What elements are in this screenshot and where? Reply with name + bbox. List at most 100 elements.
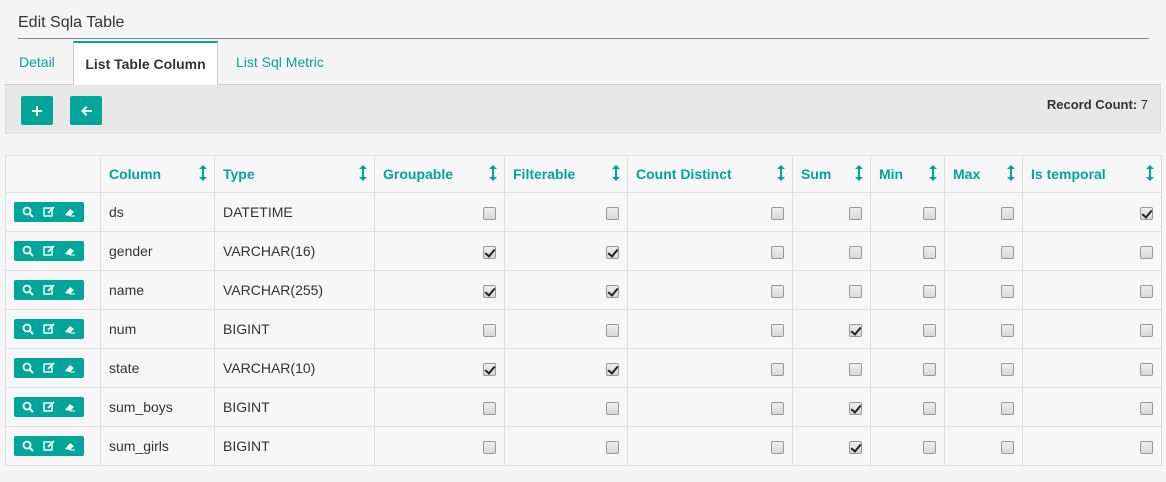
max-checkbox[interactable] — [1001, 401, 1014, 415]
eraser-icon[interactable] — [64, 323, 76, 335]
count-distinct-checkbox[interactable] — [771, 401, 784, 415]
sum-checkbox[interactable] — [849, 440, 862, 454]
column-header[interactable]: Min — [870, 155, 945, 193]
search-icon[interactable] — [22, 284, 35, 296]
sort-icon[interactable] — [1146, 165, 1154, 181]
min-checkbox[interactable] — [923, 323, 936, 337]
count-distinct-checkbox[interactable] — [771, 245, 784, 259]
groupable-checkbox[interactable] — [483, 323, 496, 337]
min-cell — [870, 426, 945, 466]
sort-icon[interactable] — [199, 165, 207, 181]
filterable-checkbox[interactable] — [606, 401, 619, 415]
sort-icon[interactable] — [855, 165, 863, 181]
count-distinct-checkbox[interactable] — [771, 362, 784, 376]
tab-detail[interactable]: Detail — [19, 41, 55, 85]
groupable-checkbox[interactable] — [483, 401, 496, 415]
is-temporal-checkbox[interactable] — [1140, 206, 1153, 220]
filterable-checkbox[interactable] — [606, 440, 619, 454]
sort-icon[interactable] — [612, 165, 620, 181]
is-temporal-checkbox[interactable] — [1140, 245, 1153, 259]
search-icon[interactable] — [22, 245, 35, 257]
sum-checkbox[interactable] — [849, 245, 862, 259]
sort-icon[interactable] — [1007, 165, 1015, 181]
count-distinct-checkbox[interactable] — [771, 284, 784, 298]
column-header[interactable]: Sum — [792, 155, 871, 193]
is-temporal-checkbox[interactable] — [1140, 362, 1153, 376]
max-checkbox[interactable] — [1001, 323, 1014, 337]
edit-icon[interactable] — [43, 401, 55, 413]
groupable-checkbox[interactable] — [483, 440, 496, 454]
count-distinct-checkbox[interactable] — [771, 440, 784, 454]
edit-icon[interactable] — [43, 323, 55, 335]
column-header[interactable]: Filterable — [504, 155, 628, 193]
edit-icon[interactable] — [43, 284, 55, 296]
sum-cell — [792, 192, 871, 232]
is-temporal-checkbox[interactable] — [1140, 284, 1153, 298]
tab-list-table-column[interactable]: List Table Column — [73, 41, 218, 86]
column-header[interactable]: Is temporal — [1022, 155, 1162, 193]
column-header[interactable]: Max — [944, 155, 1023, 193]
is-temporal-checkbox[interactable] — [1140, 323, 1153, 337]
count-distinct-checkbox[interactable] — [771, 323, 784, 337]
sum-checkbox[interactable] — [849, 323, 862, 337]
sum-checkbox[interactable] — [849, 206, 862, 220]
min-checkbox[interactable] — [923, 245, 936, 259]
sum-checkbox[interactable] — [849, 284, 862, 298]
add-button[interactable] — [21, 96, 53, 125]
filterable-checkbox[interactable] — [606, 206, 619, 220]
sort-icon[interactable] — [929, 165, 937, 181]
eraser-icon[interactable] — [64, 401, 76, 413]
count-distinct-checkbox[interactable] — [771, 206, 784, 220]
groupable-checkbox[interactable] — [483, 206, 496, 220]
max-cell — [944, 387, 1023, 427]
is-temporal-cell — [1022, 231, 1162, 271]
filterable-checkbox[interactable] — [606, 362, 619, 376]
eraser-icon[interactable] — [64, 206, 76, 218]
sort-icon[interactable] — [777, 165, 785, 181]
edit-icon[interactable] — [43, 440, 55, 452]
min-checkbox[interactable] — [923, 362, 936, 376]
back-button[interactable] — [70, 96, 102, 125]
search-icon[interactable] — [22, 206, 35, 218]
min-checkbox[interactable] — [923, 440, 936, 454]
edit-icon[interactable] — [43, 206, 55, 218]
max-checkbox[interactable] — [1001, 284, 1014, 298]
column-header[interactable]: Type — [214, 155, 375, 193]
min-checkbox[interactable] — [923, 284, 936, 298]
tab-list-sql-metric[interactable]: List Sql Metric — [236, 41, 324, 85]
sort-icon[interactable] — [359, 165, 367, 181]
search-icon[interactable] — [22, 323, 35, 335]
filterable-checkbox[interactable] — [606, 284, 619, 298]
eraser-icon[interactable] — [64, 284, 76, 296]
min-checkbox[interactable] — [923, 206, 936, 220]
is-temporal-checkbox[interactable] — [1140, 440, 1153, 454]
groupable-checkbox[interactable] — [483, 284, 496, 298]
row-action-group — [14, 319, 84, 339]
max-checkbox[interactable] — [1001, 362, 1014, 376]
edit-icon[interactable] — [43, 362, 55, 374]
groupable-checkbox[interactable] — [483, 245, 496, 259]
groupable-checkbox[interactable] — [483, 362, 496, 376]
eraser-icon[interactable] — [64, 362, 76, 374]
edit-icon[interactable] — [43, 245, 55, 257]
column-header[interactable]: Groupable — [374, 155, 505, 193]
groupable-cell — [374, 309, 505, 349]
search-icon[interactable] — [22, 440, 35, 452]
is-temporal-checkbox[interactable] — [1140, 401, 1153, 415]
filterable-checkbox[interactable] — [606, 245, 619, 259]
max-checkbox[interactable] — [1001, 245, 1014, 259]
max-checkbox[interactable] — [1001, 206, 1014, 220]
sum-cell — [792, 270, 871, 310]
sum-checkbox[interactable] — [849, 401, 862, 415]
column-header[interactable]: Column — [100, 155, 215, 193]
eraser-icon[interactable] — [64, 440, 76, 452]
column-header[interactable]: Count Distinct — [627, 155, 793, 193]
filterable-checkbox[interactable] — [606, 323, 619, 337]
sort-icon[interactable] — [489, 165, 497, 181]
eraser-icon[interactable] — [64, 245, 76, 257]
min-checkbox[interactable] — [923, 401, 936, 415]
search-icon[interactable] — [22, 362, 35, 374]
search-icon[interactable] — [22, 401, 35, 413]
sum-checkbox[interactable] — [849, 362, 862, 376]
max-checkbox[interactable] — [1001, 440, 1014, 454]
